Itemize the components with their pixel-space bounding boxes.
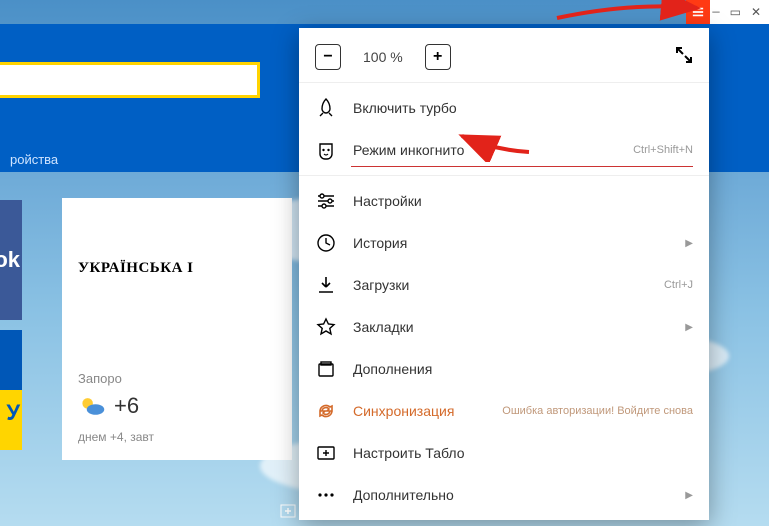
menu-item-label: Включить турбо xyxy=(353,100,457,116)
zoom-in-button[interactable]: + xyxy=(425,44,451,70)
zoom-value: 100 % xyxy=(363,49,403,65)
weather-temp: +6 xyxy=(114,393,139,419)
menu-item-downloads[interactable]: Загрузки Ctrl+J xyxy=(299,264,709,306)
news-weather-card: УКРАЇНСЬКА І Запоро +6 днем +4, завт xyxy=(62,198,292,460)
sync-icon xyxy=(315,400,337,422)
menu-item-hint: Ошибка авторизации! Войдите снова xyxy=(502,405,693,417)
menu-item-bookmarks[interactable]: Закладки ▶ xyxy=(299,306,709,348)
fullscreen-button[interactable] xyxy=(675,46,693,69)
turbo-icon xyxy=(315,97,337,119)
menu-item-incognito[interactable]: Режим инкогнито Ctrl+Shift+N xyxy=(299,129,709,171)
tile-ukraine[interactable]: У xyxy=(0,330,22,450)
menu-item-settings[interactable]: Настройки xyxy=(299,180,709,222)
settings-icon xyxy=(315,190,337,212)
chevron-right-icon: ▶ xyxy=(685,322,693,333)
menu-item-hint: Ctrl+Shift+N xyxy=(633,144,693,156)
menu-zoom-row: − 100 % + xyxy=(299,36,709,78)
weather-icon xyxy=(78,392,106,420)
more-icon xyxy=(315,484,337,506)
menu-item-addons[interactable]: Дополнения xyxy=(299,348,709,390)
chevron-right-icon: ▶ xyxy=(685,238,693,249)
menu-item-label: Дополнительно xyxy=(353,487,454,503)
menu-item-turbo[interactable]: Включить турбо xyxy=(299,87,709,129)
menu-item-more[interactable]: Дополнительно ▶ xyxy=(299,474,709,516)
devices-label: ройства xyxy=(10,152,58,167)
incognito-icon xyxy=(315,139,337,161)
tile-ukraine-label: У xyxy=(6,400,20,426)
menu-item-tablo[interactable]: Настроить Табло xyxy=(299,432,709,474)
window-minimize-button[interactable]: — xyxy=(712,5,719,19)
tile-facebook-label: ok xyxy=(0,247,20,273)
tablo-icon xyxy=(315,442,337,464)
menu-item-history[interactable]: История ▶ xyxy=(299,222,709,264)
menu-item-label: Настроить Табло xyxy=(353,445,465,461)
chevron-right-icon: ▶ xyxy=(685,490,693,501)
menu-item-sync[interactable]: Синхронизация Ошибка авторизации! Войдите… xyxy=(299,390,709,432)
annotation-underline xyxy=(351,166,693,167)
history-icon xyxy=(315,232,337,254)
menu-item-label: История xyxy=(353,235,407,251)
addons-icon xyxy=(315,358,337,380)
tile-facebook[interactable]: ok xyxy=(0,200,22,320)
menu-item-label: Загрузки xyxy=(353,277,409,293)
window-titlebar: — ▭ ✕ xyxy=(686,0,769,24)
news-headline: УКРАЇНСЬКА І xyxy=(78,260,276,277)
menu-item-label: Синхронизация xyxy=(353,403,454,419)
window-maximize-button[interactable]: ▭ xyxy=(730,5,741,20)
menu-item-label: Режим инкогнито xyxy=(353,142,464,158)
menu-item-label: Закладки xyxy=(353,319,414,335)
menu-item-label: Настройки xyxy=(353,193,422,209)
search-input[interactable] xyxy=(0,62,260,98)
hamburger-menu-button[interactable] xyxy=(686,0,710,24)
main-menu-dropdown: − 100 % + Включить турбо Режим инкогнито C… xyxy=(299,28,709,520)
bookmarks-icon xyxy=(315,316,337,338)
window-close-button[interactable]: ✕ xyxy=(751,5,761,20)
weather-city: Запоро xyxy=(78,371,276,386)
menu-item-hint: Ctrl+J xyxy=(664,279,693,291)
menu-item-label: Дополнения xyxy=(353,361,432,377)
weather-subtext: днем +4, завт xyxy=(78,430,276,444)
downloads-icon xyxy=(315,274,337,296)
zoom-out-button[interactable]: − xyxy=(315,44,341,70)
